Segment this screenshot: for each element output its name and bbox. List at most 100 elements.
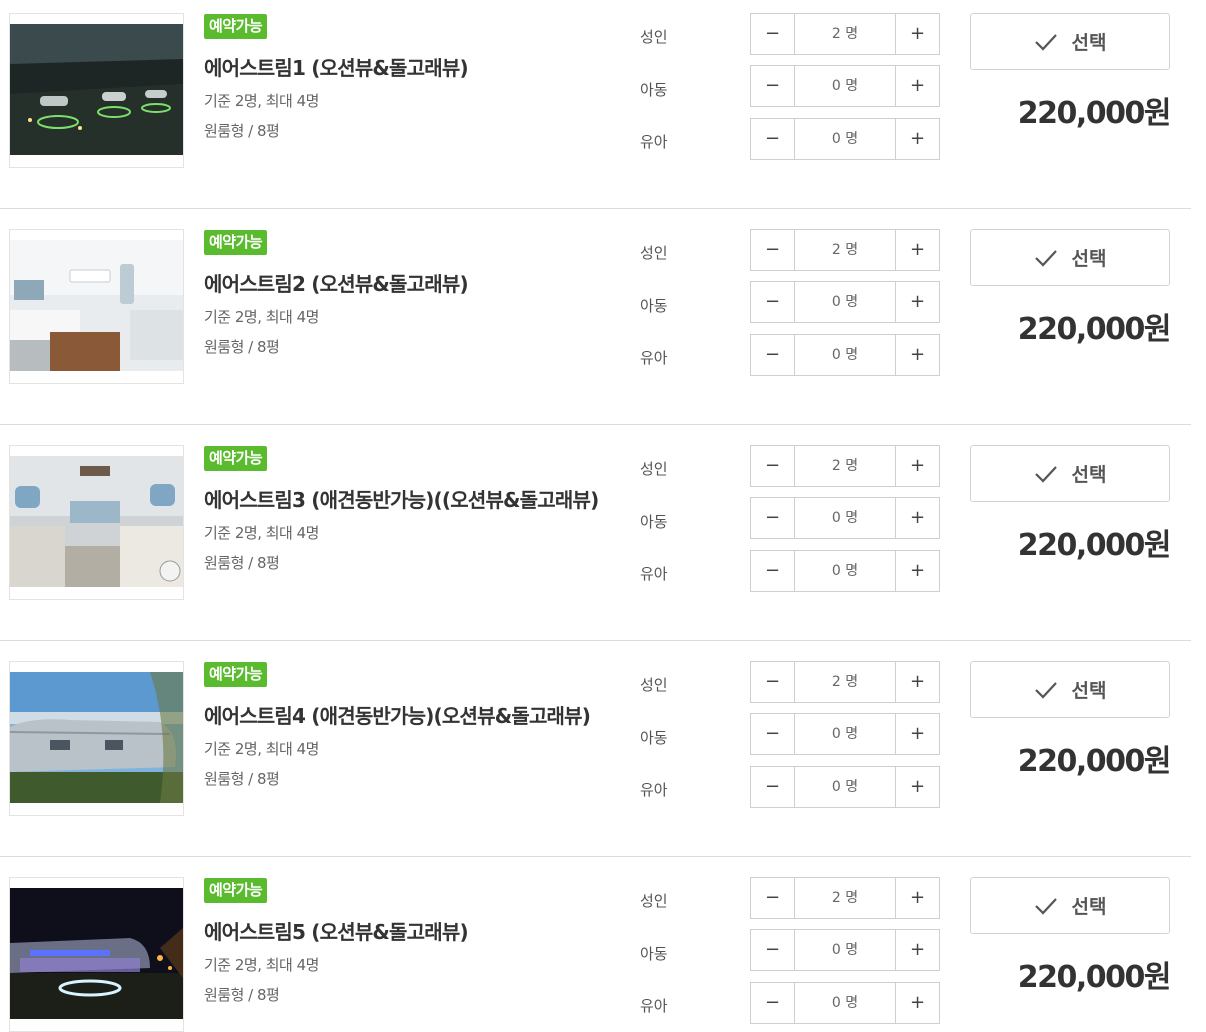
- select-room-button[interactable]: 선택: [970, 877, 1170, 934]
- room-capacity: 기준 2명, 최대 4명: [204, 524, 319, 542]
- select-button-label: 선택: [1071, 248, 1107, 270]
- guest-count-value[interactable]: 2 명: [795, 14, 895, 54]
- decrease-button[interactable]: −: [751, 551, 795, 591]
- room-size: 원룸형 / 8평: [204, 554, 280, 572]
- guest-type-label: 성인: [640, 676, 668, 694]
- decrease-button[interactable]: −: [751, 662, 795, 702]
- decrease-button[interactable]: −: [751, 714, 795, 754]
- guest-type-label: 유아: [640, 133, 668, 151]
- room-size: 원룸형 / 8평: [204, 122, 280, 140]
- decrease-button[interactable]: −: [751, 983, 795, 1023]
- guest-count-value[interactable]: 2 명: [795, 878, 895, 918]
- select-room-button[interactable]: 선택: [970, 13, 1170, 70]
- select-room-button[interactable]: 선택: [970, 445, 1170, 502]
- guest-type-label: 아동: [640, 513, 668, 531]
- row-divider: [0, 640, 1191, 641]
- decrease-button[interactable]: −: [751, 335, 795, 375]
- guest-type-label: 성인: [640, 28, 668, 46]
- guest-count-stepper: −2 명 +: [750, 445, 940, 487]
- room-card: 예약가능 에어스트림5 (오션뷰&돌고래뷰) 기준 2명, 최대 4명 원룸형 / 8…: [0, 864, 1191, 1032]
- guest-type-label: 아동: [640, 945, 668, 963]
- increase-button[interactable]: +: [895, 767, 939, 807]
- availability-badge: 예약가능: [204, 662, 268, 687]
- increase-button[interactable]: +: [895, 662, 939, 702]
- decrease-button[interactable]: −: [751, 282, 795, 322]
- increase-button[interactable]: +: [895, 335, 939, 375]
- room-price: 220,000원: [1017, 744, 1172, 779]
- guest-count-stepper: −2 명 +: [750, 229, 940, 271]
- guest-type-label: 유아: [640, 781, 668, 799]
- guest-count-value[interactable]: 2 명: [795, 446, 895, 486]
- room-name[interactable]: 에어스트림3 (애견동반가능)((오션뷰&돌고래뷰): [204, 484, 599, 513]
- room-name[interactable]: 에어스트림2 (오션뷰&돌고래뷰): [204, 268, 469, 297]
- guest-type-label: 아동: [640, 297, 668, 315]
- guest-count-value[interactable]: 2 명: [795, 230, 895, 270]
- guest-count-stepper: −0 명 +: [750, 550, 940, 592]
- guest-count-value[interactable]: 0 명: [795, 335, 895, 375]
- select-room-button[interactable]: 선택: [970, 661, 1170, 718]
- guest-count-stepper: −0 명 +: [750, 982, 940, 1024]
- room-capacity: 기준 2명, 최대 4명: [204, 740, 319, 758]
- select-room-button[interactable]: 선택: [970, 229, 1170, 286]
- decrease-button[interactable]: −: [751, 230, 795, 270]
- check-icon: [1034, 680, 1058, 700]
- guest-count-value[interactable]: 0 명: [795, 983, 895, 1023]
- room-thumbnail[interactable]: [9, 661, 184, 816]
- room-name[interactable]: 에어스트림4 (애견동반가능)(오션뷰&돌고래뷰): [204, 700, 591, 729]
- guest-count-stepper: −0 명 +: [750, 929, 940, 971]
- guest-type-label: 성인: [640, 244, 668, 262]
- room-name[interactable]: 에어스트림1 (오션뷰&돌고래뷰): [204, 52, 469, 81]
- guest-count-value[interactable]: 0 명: [795, 930, 895, 970]
- room-card: 예약가능에어스트림4 (애견동반가능)(오션뷰&돌고래뷰) 기준 2명, 최대 4…: [0, 648, 1191, 864]
- decrease-button[interactable]: −: [751, 878, 795, 918]
- increase-button[interactable]: +: [895, 14, 939, 54]
- row-divider: [0, 856, 1191, 857]
- increase-button[interactable]: +: [895, 119, 939, 159]
- room-size: 원룸형 / 8평: [204, 770, 280, 788]
- decrease-button[interactable]: −: [751, 498, 795, 538]
- decrease-button[interactable]: −: [751, 14, 795, 54]
- decrease-button[interactable]: −: [751, 930, 795, 970]
- room-name[interactable]: 에어스트림5 (오션뷰&돌고래뷰): [204, 916, 469, 945]
- increase-button[interactable]: +: [895, 282, 939, 322]
- increase-button[interactable]: +: [895, 230, 939, 270]
- increase-button[interactable]: +: [895, 498, 939, 538]
- room-thumbnail[interactable]: [9, 445, 184, 600]
- increase-button[interactable]: +: [895, 983, 939, 1023]
- decrease-button[interactable]: −: [751, 119, 795, 159]
- check-icon: [1034, 896, 1058, 916]
- guest-count-value[interactable]: 0 명: [795, 767, 895, 807]
- room-thumbnail[interactable]: [9, 877, 184, 1032]
- guest-count-value[interactable]: 0 명: [795, 551, 895, 591]
- decrease-button[interactable]: −: [751, 66, 795, 106]
- room-capacity: 기준 2명, 최대 4명: [204, 956, 319, 974]
- room-price: 220,000원: [1017, 960, 1172, 995]
- guest-count-value[interactable]: 0 명: [795, 66, 895, 106]
- guest-count-value[interactable]: 2 명: [795, 662, 895, 702]
- room-thumbnail[interactable]: [9, 13, 184, 168]
- room-thumbnail[interactable]: [9, 229, 184, 384]
- guest-type-label: 유아: [640, 349, 668, 367]
- increase-button[interactable]: +: [895, 878, 939, 918]
- increase-button[interactable]: +: [895, 714, 939, 754]
- guest-count-stepper: −0 명 +: [750, 713, 940, 755]
- check-icon: [1034, 248, 1058, 268]
- row-divider: [0, 424, 1191, 425]
- guest-count-value[interactable]: 0 명: [795, 119, 895, 159]
- guest-type-label: 유아: [640, 997, 668, 1015]
- guest-count-value[interactable]: 0 명: [795, 498, 895, 538]
- increase-button[interactable]: +: [895, 66, 939, 106]
- guest-type-label: 성인: [640, 460, 668, 478]
- increase-button[interactable]: +: [895, 446, 939, 486]
- room-capacity: 기준 2명, 최대 4명: [204, 308, 319, 326]
- increase-button[interactable]: +: [895, 930, 939, 970]
- room-list: 예약가능 에어스트림1 (오션뷰&돌고래뷰) 기준 2명, 최대 4명 원룸형 / 8…: [0, 0, 1206, 1032]
- row-divider: [0, 208, 1191, 209]
- guest-count-stepper: −0 명 +: [750, 118, 940, 160]
- guest-count-value[interactable]: 0 명: [795, 714, 895, 754]
- guest-count-value[interactable]: 0 명: [795, 282, 895, 322]
- increase-button[interactable]: +: [895, 551, 939, 591]
- decrease-button[interactable]: −: [751, 767, 795, 807]
- room-price: 220,000원: [1017, 528, 1172, 563]
- decrease-button[interactable]: −: [751, 446, 795, 486]
